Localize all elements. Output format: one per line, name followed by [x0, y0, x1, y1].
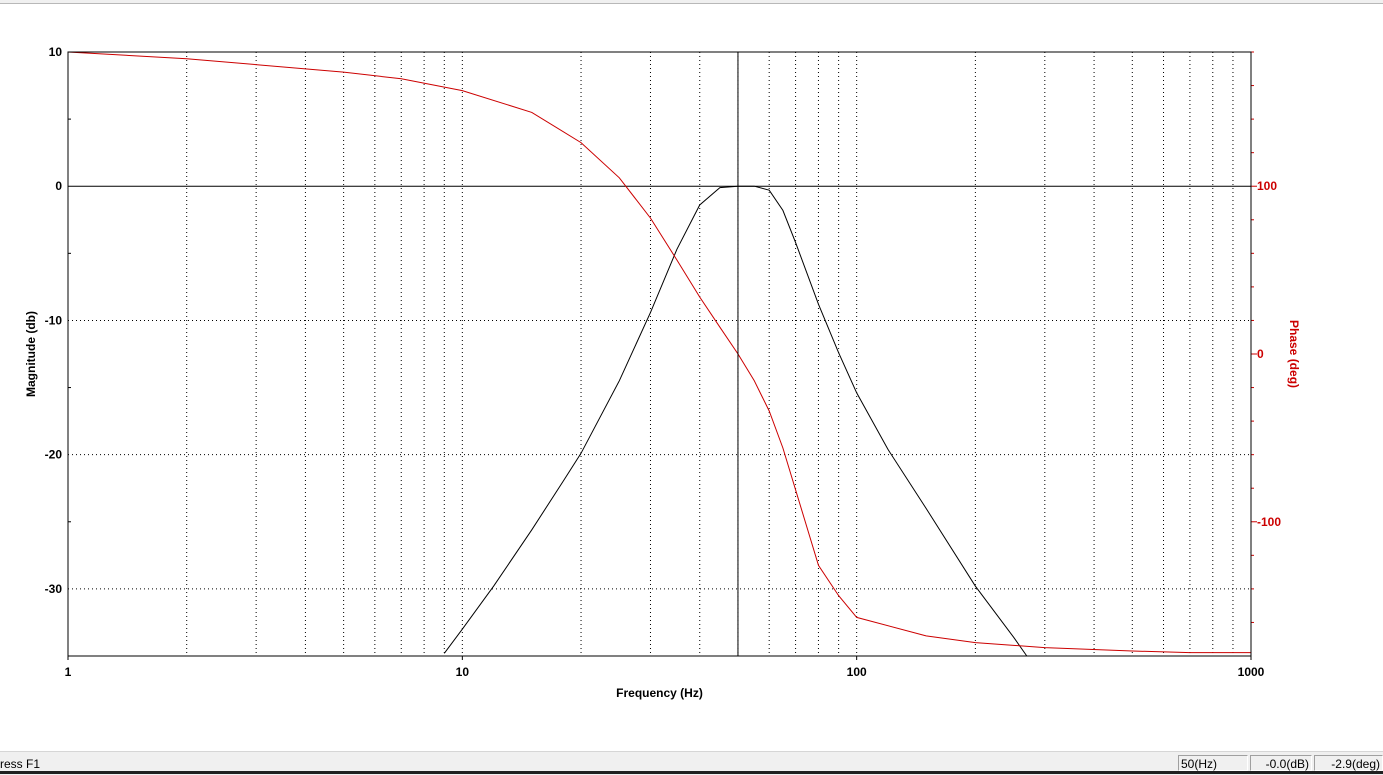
y2-tick-label: 100 — [1257, 179, 1277, 193]
x-tick-label: 10 — [456, 665, 470, 679]
phase-curve — [67, 51, 1251, 654]
status-magnitude: -0.0(dB) — [1250, 755, 1312, 771]
magnitude-curve — [443, 185, 1028, 657]
bode-plot[interactable]: 1 10 100 1000100-10-20-301000-100 Frequency… — [0, 0, 1383, 751]
y2-tick-label: 0 — [1257, 347, 1264, 361]
grid-layer — [68, 52, 1251, 656]
x-tick-label: 1000 — [1238, 665, 1265, 679]
y-axis-title: Magnitude (db) — [24, 311, 38, 397]
status-frequency: 50(Hz) — [1178, 755, 1248, 771]
tick-label-layer: 1 10 100 1000100-10-20-301000-100 — [45, 45, 1282, 679]
x-tick-label: 1 — [65, 665, 72, 679]
x-tick-label: 100 — [847, 665, 867, 679]
y-tick-label: 10 — [49, 45, 63, 59]
status-phase: -2.9(deg) — [1314, 755, 1383, 771]
minor-tick-layer — [68, 51, 1257, 657]
y2-tick-label: -100 — [1257, 515, 1281, 529]
y-tick-label: 0 — [55, 179, 62, 193]
status-hint: ress F1 — [0, 757, 41, 771]
y-tick-label: -30 — [45, 582, 63, 596]
plot-frame — [67, 51, 1252, 657]
y2-axis-title: Phase (deg) — [1287, 320, 1301, 388]
x-axis-title: Frequency (Hz) — [616, 686, 703, 700]
y-tick-label: -20 — [45, 448, 63, 462]
series-layer — [67, 51, 1251, 657]
y-tick-label: -10 — [45, 313, 63, 327]
